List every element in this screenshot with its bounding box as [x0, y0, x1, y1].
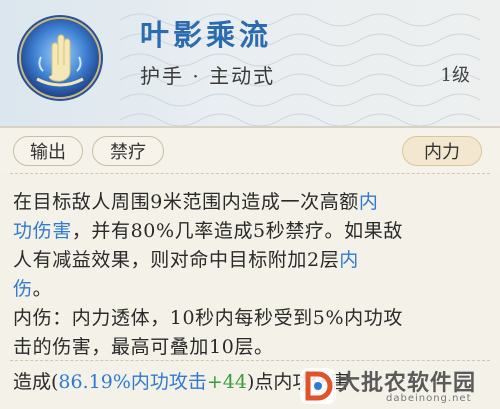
- desc-line-2: 功伤害，并有80%几率造成5秒禁疗。如果敌: [13, 217, 473, 246]
- desc-text: 在目标敌人周围9米范围内造成一次高额: [13, 191, 359, 213]
- effect-suffix: )点内功伤害: [246, 371, 350, 393]
- note-line-2: 击的伤害，最高可叠加10层。: [13, 336, 274, 358]
- desc-text: ，并有80%几率造成5秒禁疗。如果敌: [71, 220, 403, 242]
- damage-effect: 造成(86.19%内功攻击+44)点内功伤害: [13, 368, 493, 396]
- effect-percent: 86.19%内功攻击: [58, 371, 207, 393]
- tags-divider: [10, 173, 490, 175]
- skill-card: 叶影乘流 护手 · 主动式 1级 输出 禁疗 内力 在目标敌人周围9米范围内造成…: [0, 0, 500, 409]
- hand-lotus-emblem-icon: [17, 15, 103, 101]
- skill-header: 叶影乘流 护手 · 主动式 1级: [0, 0, 500, 128]
- tag-internal-force: 内力: [402, 136, 482, 166]
- skill-name: 叶影乘流: [140, 18, 273, 52]
- desc-text: 。: [32, 278, 53, 300]
- tag-heal-block: 禁疗: [92, 136, 164, 166]
- desc-highlight: 内: [339, 249, 359, 271]
- desc-highlight: 内: [358, 191, 379, 213]
- desc-highlight: 功伤害: [13, 220, 72, 242]
- desc-line-4: 伤。: [13, 275, 473, 304]
- skill-description: 在目标敌人周围9米范围内造成一次高额内 功伤害，并有80%几率造成5秒禁疗。如果…: [13, 188, 473, 362]
- desc-line-3: 人有减益效果，则对命中目标附加2层内: [13, 246, 473, 275]
- effect-bonus: +44: [206, 371, 247, 393]
- desc-line-1: 在目标敌人周围9米范围内造成一次高额内: [13, 188, 473, 217]
- skill-subtitle: 护手 · 主动式: [140, 64, 276, 88]
- desc-text: 人有减益效果，则对命中目标附加2层: [13, 249, 340, 271]
- effect-prefix: 造成(: [13, 371, 59, 393]
- tag-output: 输出: [13, 136, 83, 166]
- skill-level: 1级: [440, 65, 470, 86]
- tag-row: 输出 禁疗 内力: [0, 128, 500, 173]
- desc-highlight: 伤: [13, 278, 33, 300]
- note-line-1: 内伤：内力透体，10秒内每秒受到5%内功攻: [13, 307, 403, 329]
- desc-divider: [10, 360, 490, 362]
